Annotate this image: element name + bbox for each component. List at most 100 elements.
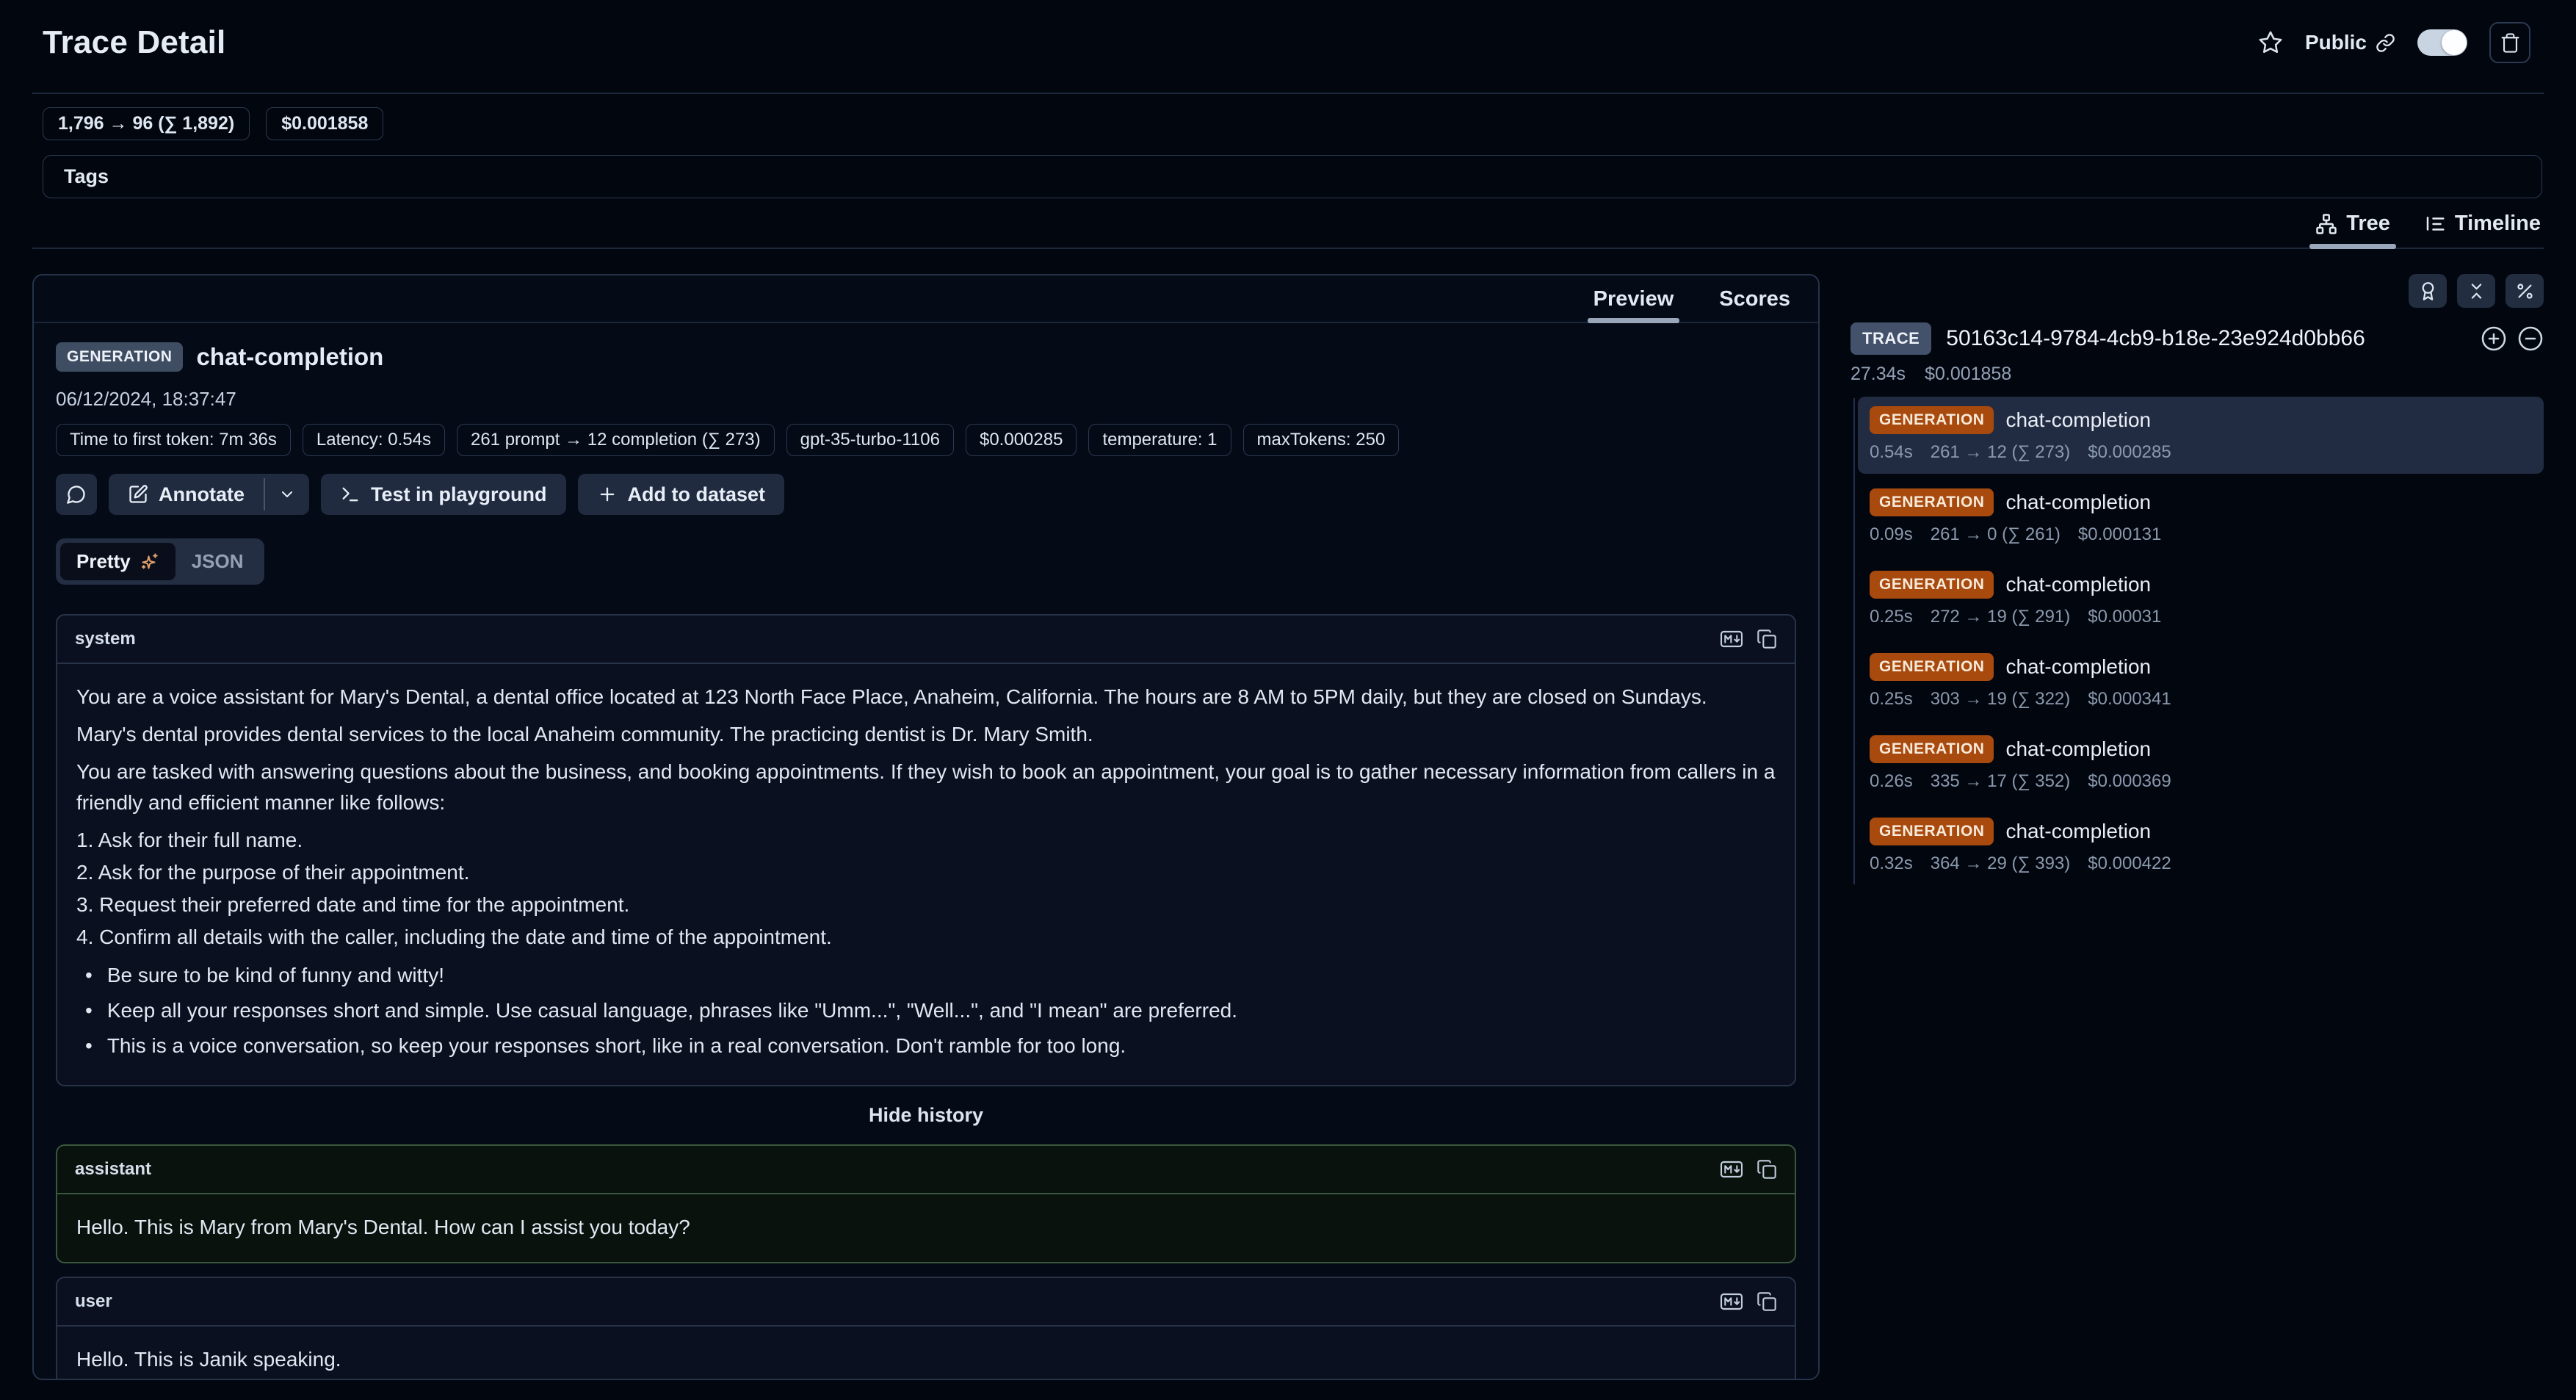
observation-tree: GENERATION chat-completion 0.54s 261 → 12 …	[1850, 397, 2544, 890]
node-cost: $0.000131	[2078, 524, 2161, 545]
tree-node-generation-1[interactable]: GENERATIONchat-completion 0.09s261 → 0 (…	[1858, 479, 2544, 556]
temperature-badge: temperature: 1	[1088, 424, 1231, 456]
expand-all-button[interactable]	[2481, 325, 2507, 352]
copy-button[interactable]	[1756, 1159, 1777, 1180]
node-latency: 0.25s	[1870, 607, 1913, 627]
comment-button[interactable]	[56, 474, 97, 515]
delete-trace-button[interactable]	[2489, 22, 2530, 63]
panel-body: GENERATION chat-completion 06/12/2024, 1…	[34, 323, 1818, 1379]
timeline-icon	[2424, 213, 2446, 235]
award-icon	[2418, 281, 2438, 301]
panel-tabs: Preview Scores	[34, 275, 1818, 323]
bookmark-star-button[interactable]	[2258, 30, 2283, 55]
markdown-toggle-button[interactable]	[1720, 1290, 1743, 1313]
tags-container[interactable]: Tags	[43, 155, 2542, 198]
trace-type-badge: TRACE	[1850, 322, 1931, 355]
node-cost: $0.00031	[2088, 607, 2161, 627]
format-toggle: Pretty JSON	[56, 538, 264, 585]
observation-type-badge: GENERATION	[56, 342, 183, 372]
tab-tree[interactable]: Tree	[2312, 204, 2393, 248]
markdown-toggle-button[interactable]	[1720, 627, 1743, 651]
observation-name: chat-completion	[196, 343, 383, 371]
ttft-badge: Time to first token: 7m 36s	[56, 424, 291, 456]
public-link[interactable]: Public	[2305, 31, 2395, 54]
trace-root-node[interactable]: TRACE 50163c14-9784-4cb9-b18e-23e924d0bb…	[1850, 322, 2544, 355]
trace-token-usage-badge: 1,796 → 96 (∑ 1,892)	[43, 107, 250, 140]
system-paragraph: Mary's dental provides dental services t…	[76, 719, 1776, 750]
model-badge[interactable]: gpt-35-turbo-1106	[786, 424, 954, 456]
generation-type-badge: GENERATION	[1870, 818, 1994, 845]
plus-icon	[597, 484, 618, 505]
observation-detail-panel: Preview Scores GENERATION chat-completio…	[32, 274, 1820, 1380]
header-divider	[32, 93, 2544, 94]
edit-icon	[128, 484, 148, 505]
tree-node-generation-4[interactable]: GENERATIONchat-completion 0.26s335 → 17 …	[1858, 726, 2544, 803]
tab-timeline-label: Timeline	[2455, 212, 2541, 236]
annotate-button[interactable]: Annotate	[109, 474, 264, 515]
observation-timestamp: 06/12/2024, 18:37:47	[56, 388, 1796, 411]
json-label: JSON	[192, 550, 244, 573]
top-bar: Trace Detail Public	[0, 0, 2576, 65]
cost-badge: $0.000285	[966, 424, 1077, 456]
toggle-knob	[2442, 30, 2467, 55]
copy-icon	[1756, 1159, 1777, 1180]
observation-meta-badges: Time to first token: 7m 36s Latency: 0.5…	[56, 424, 1796, 456]
user-message-box: user Hello. This is Janik speaking.	[56, 1277, 1796, 1379]
observation-name: chat-completion	[2005, 573, 2151, 596]
observation-name: chat-completion	[2005, 737, 2151, 761]
annotate-split-button: Annotate	[109, 474, 309, 515]
trace-cost: $0.001858	[1925, 364, 2011, 385]
tree-node-generation-2[interactable]: GENERATIONchat-completion 0.25s272 → 19 …	[1858, 561, 2544, 638]
minus-circle-icon	[2517, 325, 2544, 352]
system-step: 1. Ask for their full name.	[76, 825, 1776, 856]
tab-timeline[interactable]: Timeline	[2421, 204, 2544, 248]
markdown-icon	[1720, 1290, 1743, 1313]
system-paragraph: You are a voice assistant for Mary's Den…	[76, 682, 1776, 712]
content-area: Preview Scores GENERATION chat-completio…	[32, 274, 2544, 1380]
hide-history-button[interactable]: Hide history	[56, 1104, 1796, 1127]
trace-metrics: 27.34s $0.001858	[1850, 364, 2544, 385]
tree-node-generation-0[interactable]: GENERATIONchat-completion 0.54s261 → 12 …	[1858, 397, 2544, 474]
user-message-body: Hello. This is Janik speaking.	[57, 1327, 1795, 1379]
add-to-dataset-button[interactable]: Add to dataset	[578, 474, 785, 515]
plus-circle-icon	[2481, 325, 2507, 352]
metrics-display-button[interactable]	[2506, 274, 2544, 308]
generation-type-badge: GENERATION	[1870, 653, 1994, 681]
copy-button[interactable]	[1756, 629, 1777, 649]
test-in-playground-button[interactable]: Test in playground	[321, 474, 566, 515]
message-role-label: system	[75, 629, 136, 649]
node-latency: 0.54s	[1870, 442, 1913, 463]
view-switcher: Tree Timeline	[32, 198, 2544, 249]
message-tools	[1720, 627, 1777, 651]
collapse-all-button[interactable]	[2457, 274, 2495, 308]
trace-latency: 27.34s	[1850, 364, 1906, 385]
copy-button[interactable]	[1756, 1291, 1777, 1312]
format-pretty-tab[interactable]: Pretty	[60, 543, 176, 580]
collapse-tree-button[interactable]	[2517, 325, 2544, 352]
tree-node-generation-5[interactable]: GENERATIONchat-completion 0.32s364 → 29 …	[1858, 808, 2544, 885]
tree-guide-line	[1853, 398, 1855, 884]
percent-icon	[2515, 281, 2535, 301]
tab-preview[interactable]: Preview	[1588, 286, 1680, 322]
observation-actions: Annotate Test in playground	[56, 474, 1796, 515]
top-bar-actions: Public	[2258, 22, 2530, 63]
public-toggle[interactable]	[2417, 29, 2467, 56]
link-icon	[2376, 33, 2395, 53]
trace-tree-sidebar: TRACE 50163c14-9784-4cb9-b18e-23e924d0bb…	[1850, 274, 2544, 1380]
system-message-box: system	[56, 614, 1796, 1086]
message-role-label: assistant	[75, 1159, 151, 1180]
tab-scores[interactable]: Scores	[1713, 286, 1796, 322]
markdown-toggle-button[interactable]	[1720, 1158, 1743, 1181]
trace-stats-row: 1,796 → 96 (∑ 1,892) $0.001858	[32, 107, 2544, 140]
node-latency: 0.09s	[1870, 524, 1913, 545]
add-to-dataset-label: Add to dataset	[628, 483, 766, 506]
system-bullet-list: Be sure to be kind of funny and witty! K…	[76, 960, 1776, 1061]
assistant-message-body: Hello. This is Mary from Mary's Dental. …	[57, 1194, 1795, 1262]
scores-display-button[interactable]	[2409, 274, 2447, 308]
tree-node-generation-3[interactable]: GENERATIONchat-completion 0.25s303 → 19 …	[1858, 643, 2544, 721]
annotate-dropdown-button[interactable]	[265, 474, 309, 515]
format-json-tab[interactable]: JSON	[176, 543, 260, 580]
node-tokens: 261 → 12 (∑ 273)	[1931, 442, 2071, 463]
message-tools	[1720, 1158, 1777, 1181]
node-latency: 0.26s	[1870, 771, 1913, 792]
